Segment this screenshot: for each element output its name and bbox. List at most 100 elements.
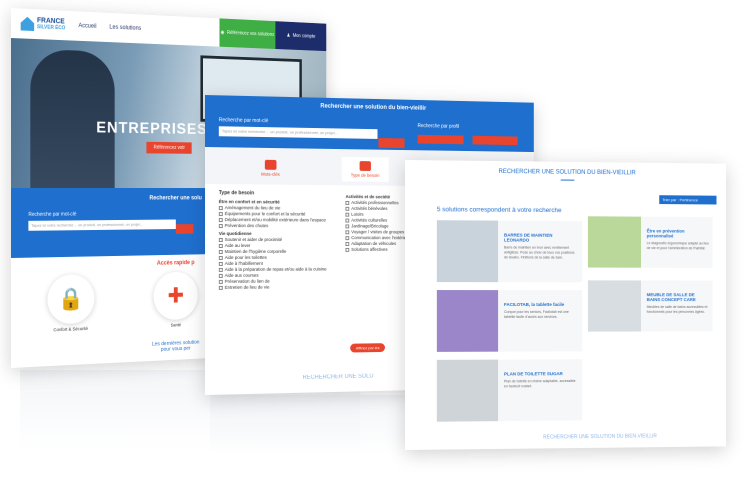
search-button[interactable] — [378, 138, 404, 148]
result-card[interactable]: FACILOTAB, la tablette facile Conçue pour… — [437, 290, 582, 352]
profile-button-2[interactable] — [473, 136, 518, 145]
result-title: PLAN DE TOILETTE SUGAR — [504, 371, 578, 376]
filter-checkbox[interactable]: Préservation du lien de — [219, 278, 327, 284]
profile-button-1[interactable] — [418, 135, 464, 144]
nav-solutions[interactable]: Les solutions — [109, 25, 141, 32]
filter-checkbox[interactable]: Solutions affectives — [346, 247, 410, 252]
filter-checkbox[interactable]: Aménagement du lieu de vie — [219, 205, 327, 211]
tab-keywords[interactable]: Mots-clés — [251, 156, 289, 181]
result-description: Le diagnostic ergonomique adapté au lieu… — [647, 241, 709, 251]
filter-checkbox[interactable]: Maintien de l'hygiène corporelle — [219, 249, 327, 254]
result-card[interactable]: BARRES DE MAINTIEN LEONARDO Barre de main… — [437, 220, 582, 282]
checkbox-icon — [346, 247, 350, 251]
logo-line2: SILVER ÉCO — [37, 24, 65, 32]
filter-checkbox[interactable]: Activités professionnelles — [346, 200, 410, 205]
quick-item[interactable]: ✚ Santé — [154, 271, 198, 328]
tag-icon — [265, 160, 277, 170]
filter-checkbox[interactable]: Prévention des chutes — [219, 223, 327, 228]
result-description: Barre de maintien en inox avec revêtemen… — [504, 245, 578, 260]
sort-select[interactable]: Trier par : Pertinence — [659, 195, 716, 204]
checkbox-icon — [346, 212, 350, 216]
checkbox-icon — [219, 206, 223, 210]
filter-checkbox[interactable]: Aide aux courses — [219, 272, 327, 277]
checkbox-icon — [219, 244, 223, 248]
checkbox-icon — [346, 218, 350, 222]
mockup-stage: FRANCE SILVER ÉCO Accueil Les solutions … — [0, 0, 747, 488]
result-card[interactable]: MEUBLE DE SALLE DE BAINS CONCEPT CARE Meu… — [588, 280, 713, 331]
result-card[interactable]: Être en prévention personnalisé Le diagno… — [588, 216, 713, 268]
result-image — [437, 360, 498, 422]
filter-checkbox[interactable]: Équipements pour le confort et la sécuri… — [219, 211, 327, 216]
checkbox-icon — [219, 249, 223, 253]
filter-checkbox[interactable]: Aide au lever — [219, 243, 327, 248]
filter-checkbox[interactable]: Aide à l'habillement — [219, 261, 327, 266]
checkbox-icon — [219, 261, 223, 265]
filter-title: Type de besoin — [219, 190, 327, 197]
refine-button[interactable]: Affinez par les — [350, 343, 385, 352]
result-title: FACILOTAB, la tablette facile — [504, 302, 578, 307]
checkbox-icon — [219, 238, 223, 242]
filter-checkbox[interactable]: Entretien de lieu de vie — [219, 284, 327, 290]
section-title-faded: RECHERCHER UNE SOLUTION DU BIEN-VIEILLIR — [543, 433, 657, 440]
checkbox-icon — [346, 242, 350, 246]
filter-checkbox[interactable]: Jardinage/Bricolage — [346, 223, 410, 228]
result-title: MEUBLE DE SALLE DE BAINS CONCEPT CARE — [647, 292, 709, 302]
filter-checkbox[interactable]: Déplacement et/ou mobilité extérieure da… — [219, 217, 327, 222]
keyword-input[interactable]: Tapez ici votre recherche… un produit, u… — [219, 126, 378, 139]
search-input[interactable]: Tapez ici votre recherche… un produit, u… — [28, 219, 175, 230]
results-card: RECHERCHER UNE SOLUTION DU BIEN-VIEILLIR… — [405, 160, 726, 450]
result-image — [437, 220, 498, 282]
checkbox-icon — [346, 230, 350, 234]
profile-label: Recherche par profil — [418, 123, 459, 130]
tab-need-type[interactable]: Type de besoin — [341, 157, 389, 182]
search-header: Rechercher une solution du bien-vieillir… — [205, 95, 534, 152]
checkbox-icon — [219, 224, 223, 228]
filter-checkbox[interactable]: Activités bénévoles — [346, 206, 410, 211]
account-button[interactable]: ♟ Mon compte — [275, 21, 326, 51]
filter-checkbox[interactable]: Activités culturelles — [346, 218, 410, 223]
results-title: RECHERCHER UNE SOLUTION DU BIEN-VIEILLIR — [405, 160, 726, 182]
result-card[interactable]: PLAN DE TOILETTE SUGAR Plan de toilette e… — [437, 359, 582, 421]
checkbox-icon — [219, 279, 223, 283]
checkbox-icon — [219, 285, 223, 289]
filter-column-2: Activités et de société Activités profes… — [346, 191, 410, 290]
hero-cta-button[interactable]: Référencez votr — [146, 142, 192, 154]
checkbox-icon — [219, 267, 223, 271]
search-button[interactable] — [176, 224, 194, 234]
checkbox-icon — [346, 200, 350, 204]
filter-checkbox[interactable]: Adaptation de véhicules — [346, 241, 410, 246]
result-description: Conçue pour les seniors, Facilotab est u… — [504, 310, 578, 320]
filter-subtitle: Activités et de société — [346, 194, 410, 199]
result-image — [588, 216, 641, 267]
filter-checkbox[interactable]: Voyager / visites de groupes — [346, 229, 410, 234]
grid-icon — [359, 161, 370, 171]
user-icon: ♟ — [287, 33, 291, 39]
filter-checkbox[interactable]: Aide à la préparation de repas et/ou aid… — [219, 267, 327, 272]
checkbox-icon — [219, 273, 223, 277]
checkbox-icon — [346, 206, 350, 210]
result-image — [588, 280, 641, 331]
filter-subtitle: Être en confort et en sécurité — [219, 199, 327, 205]
cross-icon: ✚ — [154, 271, 198, 320]
nav-home[interactable]: Accueil — [79, 23, 97, 30]
result-title: BARRES DE MAINTIEN LEONARDO — [504, 233, 578, 243]
checkbox-icon — [219, 218, 223, 222]
result-image — [437, 290, 498, 352]
filter-checkbox[interactable]: Aide pour les toilettes — [219, 255, 327, 260]
result-description: Meubles de salle de bains accessibles et… — [647, 305, 709, 315]
results-count: 5 solutions correspondent à votre recher… — [437, 206, 562, 214]
house-logo-icon — [21, 16, 34, 31]
filter-checkbox[interactable]: Communication avec l'extérieur — [346, 235, 410, 240]
filter-checkbox[interactable]: Soutenir et aider de proximité — [219, 237, 327, 242]
pin-icon: ◉ — [221, 30, 225, 36]
checkbox-icon — [346, 224, 350, 228]
quick-item[interactable]: 🔒 Confort & Sécurité — [47, 274, 94, 333]
section-title-faded: RECHERCHER UNE SOLU — [303, 374, 374, 381]
filter-checkbox[interactable]: Loisirs — [346, 212, 410, 217]
checkbox-icon — [219, 255, 223, 259]
businessman-image — [30, 49, 114, 188]
logo[interactable]: FRANCE SILVER ÉCO — [21, 16, 66, 32]
filter-column-1: Type de besoin Être en confort et en séc… — [219, 190, 327, 291]
result-description: Plan de toilette en résine adaptable, ac… — [504, 379, 578, 389]
reference-solutions-button[interactable]: ◉ Référencez vos solutions — [219, 18, 275, 49]
